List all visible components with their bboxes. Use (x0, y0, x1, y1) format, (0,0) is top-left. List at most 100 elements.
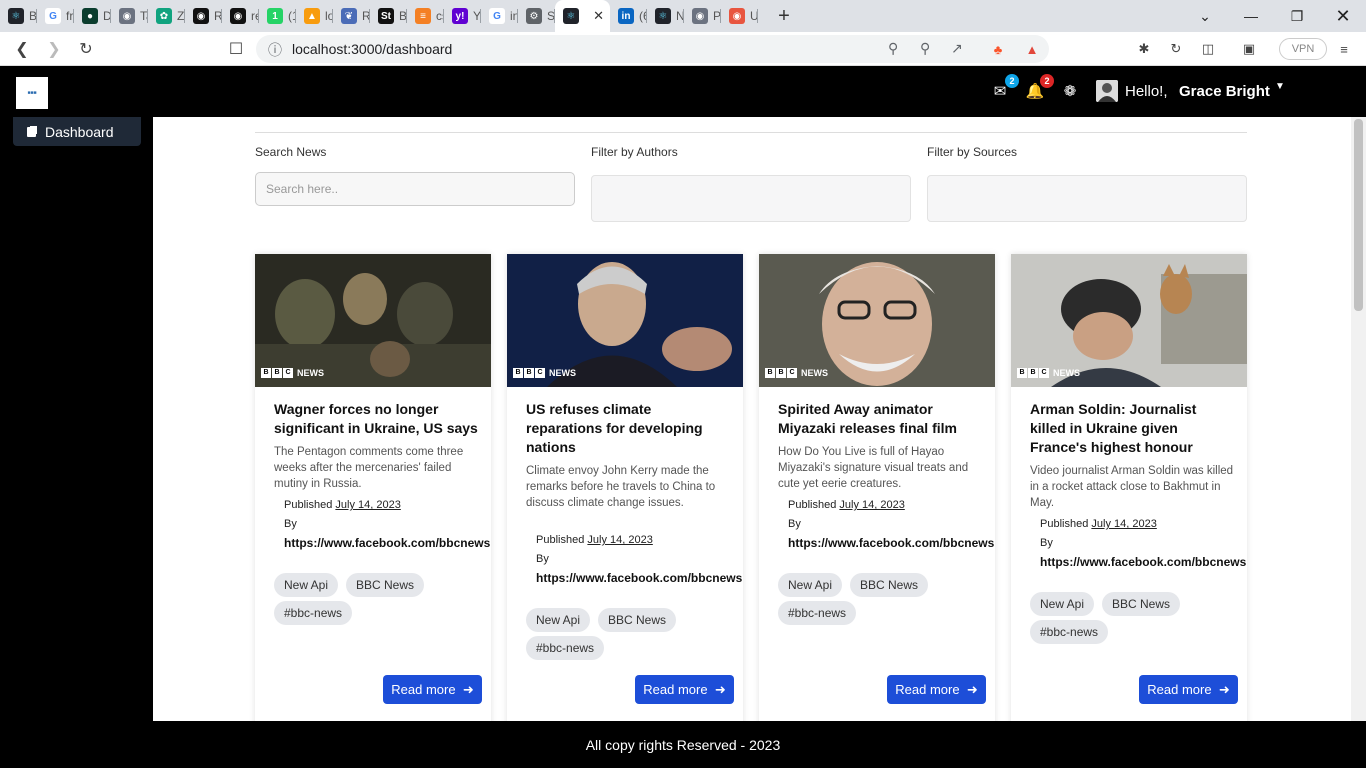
maximize-button[interactable]: ❐ (1274, 0, 1320, 32)
tag-chip[interactable]: New Api (1030, 592, 1095, 616)
sidebar-item-dashboard[interactable]: Dashboard (13, 117, 141, 146)
search-input[interactable] (255, 172, 575, 206)
avatar[interactable] (1096, 80, 1118, 102)
image-brand: NEWS (1053, 368, 1080, 378)
settings-icon[interactable]: ❁ (1061, 82, 1079, 100)
news-image[interactable]: B B C NEWS (507, 254, 743, 387)
forward-button[interactable]: ❯ (44, 39, 64, 59)
linkedin-icon: in (618, 8, 634, 24)
sources-filter-select[interactable] (927, 175, 1247, 222)
arrow-right-icon: ➜ (966, 681, 978, 697)
news-image[interactable]: B B C NEWS (255, 254, 491, 387)
author-link[interactable]: https://www.facebook.com/bbcnews (788, 536, 994, 550)
read-more-button[interactable]: Read more ➜ (383, 675, 482, 704)
by-label: By (1040, 537, 1053, 549)
close-tab-icon[interactable]: ✕ (593, 8, 604, 24)
new-tab-button[interactable]: + (766, 5, 802, 28)
url-box[interactable]: ⓘ localhost:3000/dashboard ⚲ ⚲ ↗ (256, 35, 1049, 63)
tag-chip[interactable]: BBC News (1102, 592, 1181, 616)
codesandbox-icon: ◉ (729, 8, 745, 24)
share-icon[interactable]: ↗ (951, 40, 963, 57)
tag-chip[interactable]: BBC News (850, 573, 929, 597)
scrollbar-thumb[interactable] (1354, 119, 1363, 311)
browser-tab[interactable]: ▲loca (296, 0, 333, 32)
app-logo[interactable]: ■■■ (16, 77, 48, 109)
read-more-button[interactable]: Read more ➜ (1139, 675, 1238, 704)
tab-search-button[interactable]: ⌄ (1182, 0, 1228, 32)
notifications-badge: 2 (1040, 74, 1054, 88)
minimize-button[interactable]: — (1228, 0, 1274, 32)
browser-tab[interactable]: ✿Zip (148, 0, 185, 32)
browser-tab[interactable]: 1(1) (259, 0, 296, 32)
close-window-button[interactable]: ✕ (1320, 0, 1366, 32)
tag-chip[interactable]: #bbc-news (526, 636, 605, 660)
tag-chip[interactable]: New Api (526, 608, 591, 632)
browser-tab[interactable]: ❦Re (333, 0, 370, 32)
news-card: B B C NEWS US refuses climate reparations fo… (507, 254, 743, 721)
user-name[interactable]: Grace Bright (1179, 83, 1270, 100)
authors-filter-select[interactable] (591, 175, 911, 222)
browser-tab[interactable]: StBre (370, 0, 407, 32)
messages-icon[interactable]: ✉ 2 (991, 74, 1019, 100)
browser-tab[interactable]: ◉Usi (721, 0, 758, 32)
tag-chip[interactable]: BBC News (346, 573, 425, 597)
news-title[interactable]: Wagner forces no longer significant in U… (274, 400, 478, 438)
news-title[interactable]: US refuses climate reparations for devel… (526, 400, 730, 457)
read-more-button[interactable]: Read more ➜ (887, 675, 986, 704)
st-icon: St (378, 8, 394, 24)
browser-tab[interactable]: Gfro (37, 0, 74, 32)
author-link[interactable]: https://www.facebook.com/bbcnews (1040, 555, 1246, 569)
sync-icon[interactable]: ↻ (1167, 40, 1185, 58)
reload-button[interactable]: ↻ (76, 39, 96, 59)
wallet-icon[interactable]: ▣ (1240, 40, 1258, 58)
extensions-icon[interactable]: ✱ (1135, 40, 1153, 58)
browser-tab[interactable]: ◉Tak (111, 0, 148, 32)
page-scrollbar[interactable] (1351, 117, 1366, 721)
browser-tab[interactable]: ⚛Bet (0, 0, 37, 32)
tag-chip[interactable]: #bbc-news (1030, 620, 1109, 644)
by-label: By (788, 518, 801, 530)
news-image[interactable]: B B C NEWS (759, 254, 995, 387)
browser-tab[interactable]: in(6) (610, 0, 647, 32)
news-image[interactable]: B B C NEWS (1011, 254, 1247, 387)
browser-tab[interactable]: y!Yah (444, 0, 481, 32)
tag-chip[interactable]: BBC News (598, 608, 677, 632)
browser-tab[interactable]: ⚛ ✕ (555, 0, 610, 32)
vpn-button[interactable]: VPN (1279, 38, 1327, 60)
published-prefix: Published (536, 534, 585, 546)
browser-tab[interactable]: ⚙Set (518, 0, 555, 32)
tag-chip[interactable]: New Api (778, 573, 843, 597)
url-text[interactable]: localhost:3000/dashboard (292, 41, 452, 57)
browser-tab[interactable]: ●Dat (74, 0, 111, 32)
zoom-icon[interactable]: ⚲ (920, 40, 930, 57)
site-info-icon[interactable]: ⓘ (268, 40, 282, 60)
menu-icon[interactable]: ≡ (1335, 40, 1353, 58)
tag-label: BBC News (608, 613, 667, 627)
key-icon[interactable]: ⚲ (888, 40, 898, 57)
browser-tab[interactable]: ◉Po (684, 0, 721, 32)
browser-tab[interactable]: ◉Re (185, 0, 222, 32)
sidebar-toggle-icon[interactable]: ◫ (1199, 40, 1217, 58)
brave-rewards-icon[interactable]: ▲ (1023, 40, 1041, 58)
tag-chip[interactable]: New Api (274, 573, 339, 597)
user-menu-caret-icon[interactable]: ▼ (1275, 81, 1285, 92)
notifications-icon[interactable]: 🔔 2 (1026, 74, 1054, 100)
news-title[interactable]: Arman Soldin: Journalist killed in Ukrai… (1030, 400, 1234, 457)
browser-tab-bar: ⚛BetGfro●Dat◉Tak✿Zip◉Re◉rea1(1)▲loca❦ReS… (0, 0, 1366, 32)
news-card: B B C NEWS Arman Soldin: Journalist killed i… (1011, 254, 1247, 721)
author-link[interactable]: https://www.facebook.com/bbcnews (536, 571, 742, 585)
browser-tab[interactable]: ⚛Ne (647, 0, 684, 32)
browser-tab[interactable]: ≡css (407, 0, 444, 32)
news-title[interactable]: Spirited Away animator Miyazaki releases… (778, 400, 982, 438)
brave-shield-icon[interactable]: ♣ (989, 40, 1007, 58)
author-link[interactable]: https://www.facebook.com/bbcnews (284, 536, 490, 550)
back-button[interactable]: ❮ (12, 39, 32, 59)
browser-tab[interactable]: Ginn (481, 0, 518, 32)
bookmark-icon[interactable]: ☐ (226, 39, 246, 59)
browser-tab[interactable]: ◉rea (222, 0, 259, 32)
app-header: ■■■ ✉ 2 🔔 2 ❁ Hello!, Grace Bright ▼ (0, 67, 1366, 117)
tag-chip[interactable]: #bbc-news (274, 601, 353, 625)
read-more-button[interactable]: Read more ➜ (635, 675, 734, 704)
tag-label: #bbc-news (788, 606, 847, 620)
tag-chip[interactable]: #bbc-news (778, 601, 857, 625)
